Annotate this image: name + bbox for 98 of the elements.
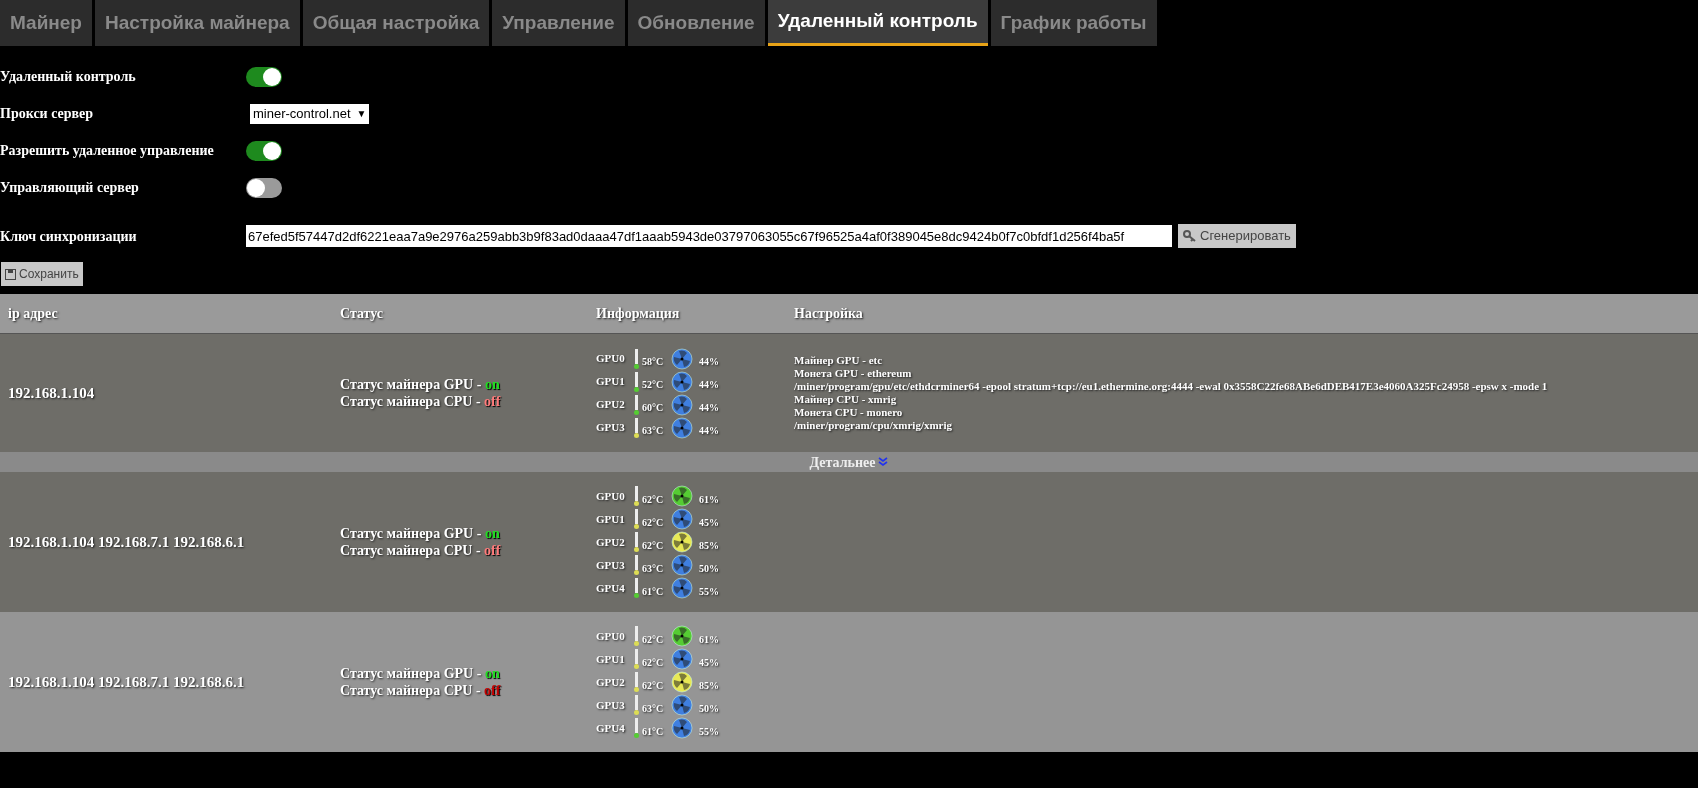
config-line: /miner/program/cpu/xmrig/xmrig	[794, 419, 954, 432]
fan-speed: 44%	[698, 355, 719, 369]
fan-speed: 61%	[698, 632, 719, 647]
sync-key-field[interactable]: 67efed5f57447d2df6221eaa7a9e2976a259abb3b9f83ad0daaa47df1aaab5943de03797063055c67f96525a4af0f389045e8dc9424b0f7c0bfdf1d256f4ba5f	[246, 225, 1172, 247]
miner-status: Статус майнера GPU - on	[340, 525, 501, 542]
tab[interactable]: Управление	[492, 0, 625, 46]
thermometer-stem	[635, 394, 638, 410]
gpu-name: GPU2	[596, 534, 626, 550]
gpu-name: GPU2	[596, 397, 626, 413]
column-header: ip адрес	[7, 305, 59, 323]
config-line: Майнер GPU - etc	[794, 354, 884, 367]
setting-label: Ключ синхронизации	[0, 227, 138, 246]
gpu-temperature: 62°C	[641, 538, 665, 553]
tab[interactable]: Удаленный контроль	[767, 0, 988, 46]
column-header: Информация	[596, 305, 681, 323]
fan-speed: 45%	[698, 515, 719, 530]
fan-speed: 50%	[698, 701, 719, 716]
config-line: /miner/program/gpu/etc/ethdcrminer64 -epool stratum+tcp://eu1.ethermine.org:4444 -ewal 0x3558C22fe68ABe6dDEB417E3e4060A325Fc24958 -epsw x -mode 1	[794, 380, 1549, 393]
gpu-temperature: 63°C	[641, 701, 665, 716]
gpu-temperature: 60°C	[641, 401, 665, 415]
fan-speed: 85%	[698, 538, 719, 553]
gpu-name: GPU1	[596, 374, 626, 390]
miner-status: Статус майнера CPU - off	[340, 542, 502, 559]
miner-status: Статус майнера CPU - off	[340, 393, 502, 410]
gpu-temperature: 58°C	[641, 355, 665, 369]
setting-label: Разрешить удаленное управление	[0, 142, 215, 160]
gpu-name: GPU1	[596, 651, 626, 667]
thermometer-stem	[635, 348, 638, 364]
gpu-name: GPU0	[596, 351, 626, 367]
fan-speed: 55%	[698, 724, 719, 739]
gpu-name: GPU3	[596, 557, 626, 573]
gpu-name: GPU4	[596, 720, 626, 736]
thermometer-stem	[635, 486, 638, 501]
ip-address: 192.168.1.104	[7, 383, 96, 403]
gpu-temperature: 62°C	[641, 655, 665, 670]
gpu-temperature: 52°C	[641, 378, 665, 392]
miner-status: Статус майнера CPU - off	[340, 682, 502, 699]
ip-address: 192.168.1.104 192.168.7.1 192.168.6.1	[7, 672, 246, 692]
caret-icon: ▼	[356, 106, 367, 121]
fan-speed: 44%	[698, 424, 719, 438]
gpu-temperature: 61°C	[641, 584, 665, 599]
tab[interactable]: Обновление	[627, 0, 765, 46]
column-header: Настройка	[794, 305, 864, 323]
thermometer-stem	[635, 555, 638, 570]
config-line: Монета GPU - ethereum	[794, 367, 913, 380]
thermometer-stem	[635, 417, 638, 433]
tab[interactable]: Общая настройка	[302, 0, 490, 46]
miner-status: Статус майнера GPU - on	[340, 665, 501, 682]
thermometer-stem	[635, 371, 638, 387]
gpu-name: GPU3	[596, 697, 626, 713]
fan-speed: 85%	[698, 678, 719, 693]
gpu-name: GPU3	[596, 420, 626, 436]
setting-label: Удаленный контроль	[0, 68, 137, 86]
thermometer-stem	[635, 532, 638, 547]
gpu-temperature: 61°C	[641, 724, 665, 739]
toggle-switch[interactable]	[246, 140, 282, 161]
toggle-switch[interactable]	[246, 177, 282, 198]
config-line: Майнер CPU - xmrig	[794, 393, 898, 406]
thermometer-stem	[635, 626, 638, 641]
gpu-name: GPU0	[596, 488, 626, 504]
fan-speed: 45%	[698, 655, 719, 670]
gpu-name: GPU2	[596, 674, 626, 690]
gpu-name: GPU4	[596, 580, 626, 596]
proxy-dropdown[interactable]: miner-control.net ▼	[250, 103, 370, 124]
tab[interactable]: Майнер	[0, 0, 92, 46]
setting-label: Прокси сервер	[0, 105, 95, 123]
tab[interactable]: График работы	[990, 0, 1157, 46]
fan-speed: 61%	[698, 492, 719, 507]
setting-label: Управляющий сервер	[0, 179, 140, 197]
gpu-name: GPU1	[596, 511, 626, 527]
thermometer-stem	[635, 672, 638, 687]
miner-status: Статус майнера GPU - on	[340, 376, 501, 393]
column-header: Статус	[340, 305, 385, 323]
gpu-temperature: 63°C	[641, 561, 665, 576]
gpu-temperature: 62°C	[641, 515, 665, 530]
generate-button[interactable]: Сгенерировать	[1178, 224, 1296, 248]
fan-speed: 55%	[698, 584, 719, 599]
gpu-temperature: 63°C	[641, 424, 665, 438]
gpu-name: GPU0	[596, 628, 626, 644]
thermometer-stem	[635, 718, 638, 733]
fan-speed: 50%	[698, 561, 719, 576]
thermometer-stem	[635, 578, 638, 593]
thermometer-stem	[635, 649, 638, 664]
fan-speed: 44%	[698, 378, 719, 392]
fan-speed: 44%	[698, 401, 719, 415]
details-link[interactable]: Детальнее	[809, 451, 889, 473]
key-icon	[1183, 229, 1197, 243]
thermometer-stem	[635, 695, 638, 710]
thermometer-stem	[635, 509, 638, 524]
ip-address: 192.168.1.104 192.168.7.1 192.168.6.1	[7, 532, 246, 552]
gpu-temperature: 62°C	[641, 492, 665, 507]
gpu-temperature: 62°C	[641, 632, 665, 647]
config-line: Монета CPU - monero	[794, 406, 904, 419]
gpu-temperature: 62°C	[641, 678, 665, 693]
tab[interactable]: Настройка майнера	[94, 0, 300, 46]
save-button[interactable]: Сохранить	[1, 262, 83, 286]
toggle-switch[interactable]	[246, 66, 282, 87]
double-chevron-down-icon	[878, 457, 889, 467]
